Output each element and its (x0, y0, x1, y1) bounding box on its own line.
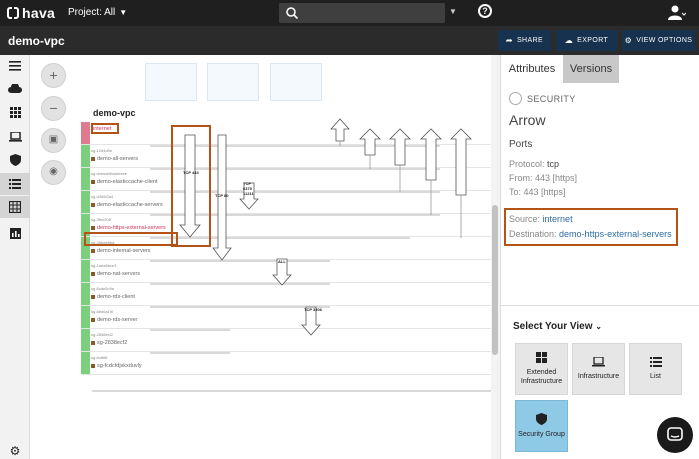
title-bar: demo-vpc ➦ SHARE ☁ EXPORT ⚙ VIEW OPTIONS (0, 26, 699, 55)
user-menu-icon[interactable] (666, 4, 686, 22)
rule-label: TCP 6379 11211 (243, 181, 254, 196)
menu-icon[interactable] (0, 55, 30, 77)
share-button[interactable]: ➦ SHARE (498, 30, 551, 51)
settings-gear-icon: ⚙ (9, 444, 21, 458)
project-label: Project: All (68, 7, 116, 18)
view-label: List (650, 373, 661, 380)
destination-label: Destination: (509, 229, 557, 239)
select-view-heading[interactable]: Select Your View ⌄ (513, 321, 602, 332)
destination-highlight (84, 232, 178, 246)
hava-logo[interactable]: hava (7, 4, 55, 22)
share-icon: ➦ (505, 36, 513, 45)
search-dropdown-icon[interactable]: ▼ (449, 7, 457, 16)
to-row: To: 443 [https] (509, 187, 566, 197)
chat-button[interactable] (657, 417, 693, 453)
scrollbar-thumb[interactable] (492, 205, 498, 355)
shield-icon (9, 154, 21, 166)
nav-table[interactable] (0, 196, 30, 218)
chat-icon (667, 427, 683, 441)
from-row: From: 443 [https] (509, 173, 577, 183)
security-rules-diagram (92, 118, 491, 392)
rule-label: TCP 80 (215, 193, 229, 198)
resource-title: Arrow (509, 112, 546, 128)
diagram-scrollbar[interactable] (491, 55, 500, 459)
grid-icon (9, 106, 21, 118)
attributes-panel: Attributes Versions SECURITY Arrow Ports… (500, 55, 699, 459)
source-label: Source: (509, 214, 541, 224)
rule-label: TCP 3306 (304, 307, 322, 312)
protocol-row: Protocol: tcp (509, 159, 559, 169)
to-value: 443 [https] (523, 187, 566, 197)
export-label: EXPORT (577, 37, 609, 44)
export-button[interactable]: ☁ EXPORT (556, 30, 617, 51)
tab-attributes[interactable]: Attributes (501, 55, 563, 83)
gear-icon: ⚙ (624, 36, 633, 45)
view-label: Security Group (518, 431, 565, 438)
view-options-label: VIEW OPTIONS (636, 37, 693, 44)
search-input[interactable] (279, 3, 445, 23)
ports-heading: Ports (509, 139, 533, 150)
nav-list[interactable] (0, 173, 30, 195)
laptop-icon (592, 357, 605, 367)
source-row: Source: internet (509, 214, 573, 224)
nav-dashboard[interactable] (0, 101, 30, 123)
security-radio[interactable] (509, 92, 522, 105)
resource-type-label: SECURITY (527, 94, 576, 104)
share-label: SHARE (516, 37, 544, 44)
hava-logo-icon (7, 7, 19, 19)
nav-reports[interactable] (0, 222, 30, 244)
panel-divider (501, 305, 699, 306)
nav-infrastructure[interactable] (0, 126, 30, 148)
source-highlight (91, 123, 119, 134)
tab-versions[interactable]: Versions (563, 55, 619, 83)
project-selector[interactable]: Project: All ▼ (68, 7, 127, 18)
view-infrastructure[interactable]: Infrastructure (572, 343, 625, 395)
nav-security[interactable] (0, 149, 30, 171)
list-icon (649, 357, 662, 367)
help-icon[interactable]: ? (478, 4, 492, 18)
view-label: Extended Infrastructure (520, 369, 563, 385)
logo-text: hava (22, 5, 56, 21)
nav-cloud-upload[interactable] (0, 78, 30, 100)
rule-label: ALL (278, 259, 286, 264)
list-icon (9, 179, 21, 189)
diagram-canvas[interactable]: + − ▣ ◉ demo-vpc internet sg-12d4d0e dem… (30, 55, 500, 459)
protocol-value: tcp (547, 159, 560, 169)
source-link[interactable]: internet (543, 214, 573, 224)
bar-chart-icon (9, 227, 21, 239)
extended-infrastructure-icon (536, 352, 547, 363)
select-view-label: Select Your View (513, 321, 593, 332)
chevron-down-icon: ▼ (119, 8, 128, 17)
chevron-down-icon: ⌄ (595, 322, 602, 331)
table-icon (9, 201, 21, 213)
cloud-upload-icon (8, 84, 22, 93)
protocol-label: Protocol: (509, 159, 545, 169)
cloud-download-icon: ☁ (564, 36, 574, 45)
from-value: 443 [https] (535, 173, 578, 183)
laptop-icon (8, 132, 22, 142)
search-icon (286, 7, 299, 20)
shield-icon (536, 413, 547, 425)
view-label: Infrastructure (577, 373, 620, 380)
to-label: To: (509, 187, 522, 197)
view-options-button[interactable]: ⚙ VIEW OPTIONS (622, 30, 695, 51)
view-extended-infrastructure[interactable]: Extended Infrastructure (515, 343, 568, 395)
arrow-highlight (171, 125, 211, 247)
destination-row: Destination: demo-https-external-servers (509, 229, 672, 239)
view-list[interactable]: List (629, 343, 682, 395)
destination-link[interactable]: demo-https-external-servers (559, 229, 672, 239)
nav-settings[interactable]: ⚙ (0, 443, 30, 459)
top-bar: hava Project: All ▼ ▼ ? (0, 0, 699, 26)
view-security-group[interactable]: Security Group (515, 400, 568, 452)
hamburger-icon (9, 61, 21, 71)
environment-title: demo-vpc (8, 34, 65, 48)
left-nav: ⚙ (0, 55, 30, 459)
from-label: From: (509, 173, 533, 183)
